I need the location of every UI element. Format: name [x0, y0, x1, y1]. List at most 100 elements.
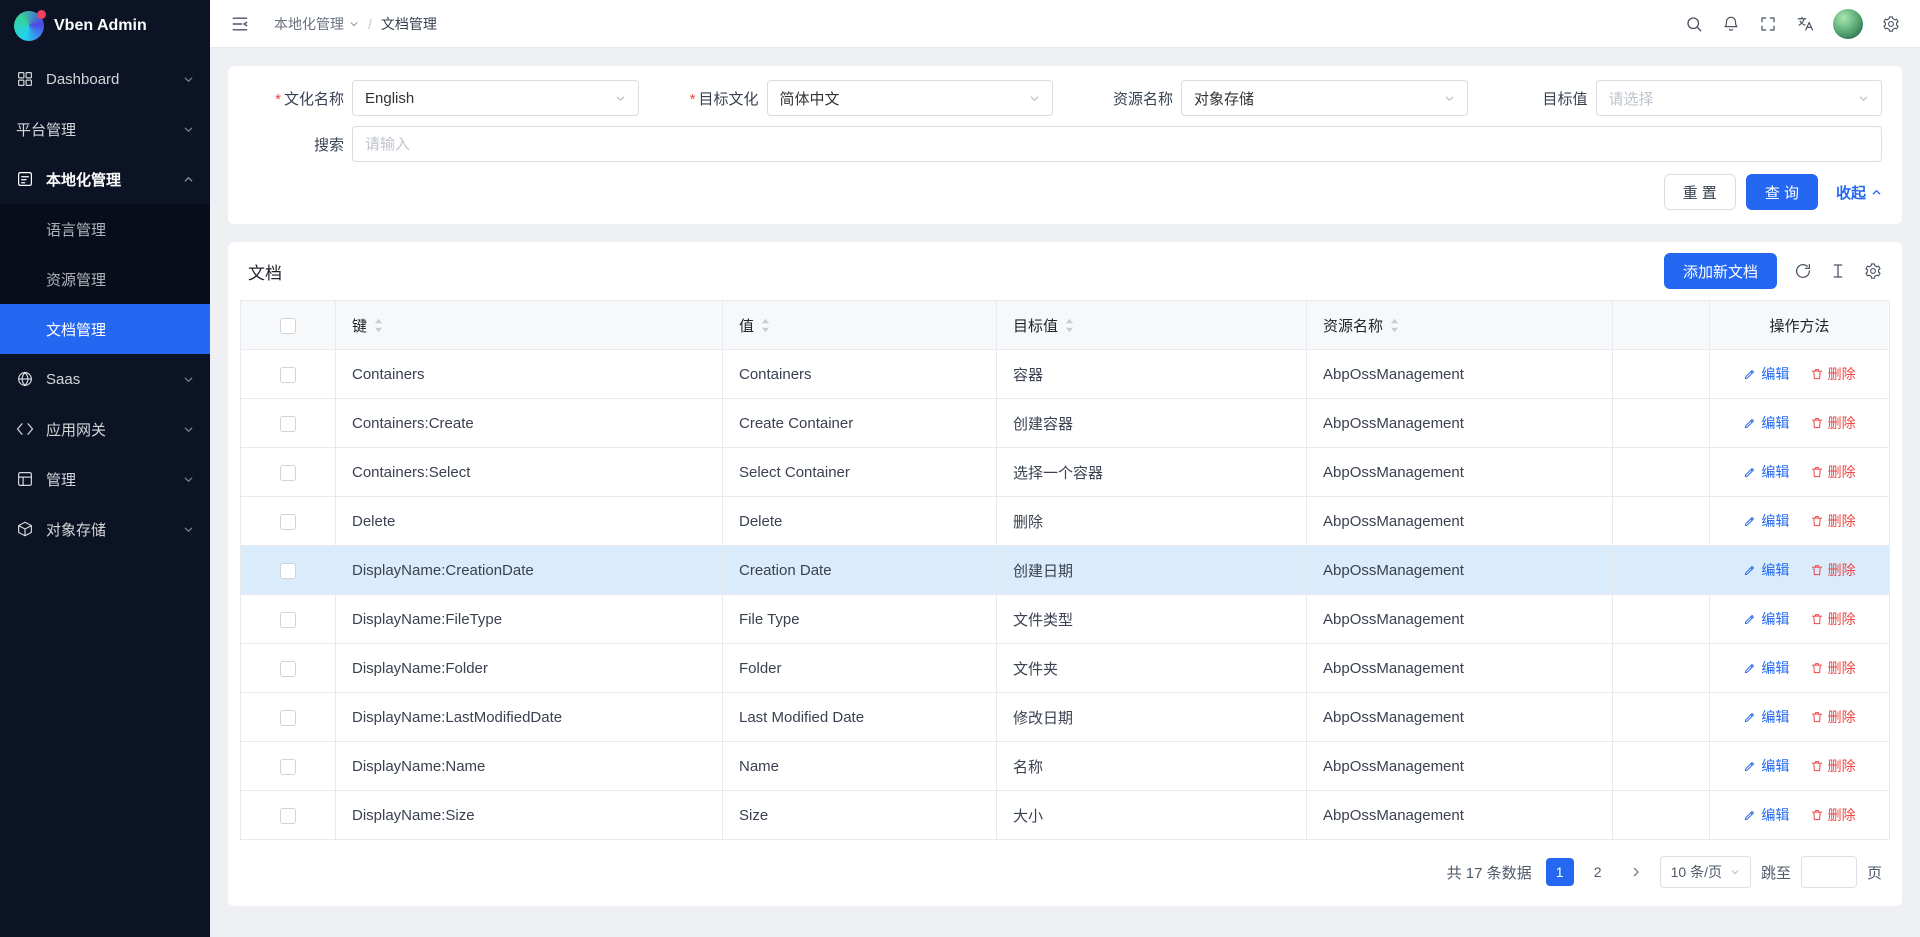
- edit-link[interactable]: 编辑: [1743, 756, 1789, 776]
- column-header-key[interactable]: 键: [336, 301, 723, 350]
- delete-link[interactable]: 删除: [1810, 413, 1856, 433]
- delete-link[interactable]: 删除: [1810, 462, 1856, 482]
- row-checkbox[interactable]: [280, 367, 296, 383]
- cell-resource-name: AbpOssManagement: [1307, 644, 1613, 693]
- delete-link[interactable]: 删除: [1810, 560, 1856, 580]
- reset-button[interactable]: 重 置: [1664, 174, 1736, 210]
- cell-actions: 编辑 删除: [1710, 644, 1890, 693]
- edit-link[interactable]: 编辑: [1743, 805, 1789, 825]
- refresh-icon: [1794, 262, 1812, 280]
- pagination-next-button[interactable]: [1622, 858, 1650, 886]
- column-header-target[interactable]: 目标值: [997, 301, 1307, 350]
- delete-link[interactable]: 删除: [1810, 805, 1856, 825]
- delete-label: 删除: [1828, 413, 1856, 433]
- column-header-value[interactable]: 值: [723, 301, 997, 350]
- sidebar-item-object-storage[interactable]: 对象存储: [0, 504, 210, 554]
- row-checkbox[interactable]: [280, 710, 296, 726]
- app-title: Vben Admin: [54, 17, 147, 35]
- edit-link[interactable]: 编辑: [1743, 364, 1789, 384]
- column-header-resource[interactable]: 资源名称: [1307, 301, 1613, 350]
- edit-label: 编辑: [1761, 805, 1789, 825]
- table-row: DisplayName:LastModifiedDate Last Modifi…: [241, 693, 1890, 742]
- edit-label: 编辑: [1761, 462, 1789, 482]
- sidebar-item-resource-management[interactable]: 资源管理: [0, 254, 210, 304]
- preferences-button[interactable]: [1882, 15, 1900, 33]
- fullscreen-button[interactable]: [1759, 15, 1777, 33]
- row-checkbox[interactable]: [280, 612, 296, 628]
- row-checkbox[interactable]: [280, 661, 296, 677]
- edit-link[interactable]: 编辑: [1743, 413, 1789, 433]
- row-checkbox[interactable]: [280, 808, 296, 824]
- page-size-select[interactable]: 10 条/页: [1660, 856, 1751, 888]
- refresh-button[interactable]: [1794, 262, 1812, 280]
- sidebar-item-dashboard[interactable]: Dashboard: [0, 54, 210, 104]
- sidebar-item-platform[interactable]: 平台管理: [0, 104, 210, 154]
- storage-icon: [16, 520, 34, 538]
- table-card-header: 文档 添加新文档: [228, 242, 1902, 300]
- sidebar-item-language-management[interactable]: 语言管理: [0, 204, 210, 254]
- sidebar-item-saas[interactable]: Saas: [0, 354, 210, 404]
- add-document-button[interactable]: 添加新文档: [1664, 253, 1777, 289]
- cell-actions: 编辑 删除: [1710, 546, 1890, 595]
- target-value-select[interactable]: 请选择: [1596, 80, 1883, 116]
- trash-icon: [1810, 759, 1824, 773]
- target-culture-select[interactable]: 简体中文: [767, 80, 1054, 116]
- trash-icon: [1810, 367, 1824, 381]
- pagination-total: 共 17 条数据: [1447, 862, 1532, 883]
- delete-link[interactable]: 删除: [1810, 364, 1856, 384]
- edit-link[interactable]: 编辑: [1743, 707, 1789, 727]
- collapse-filter-link[interactable]: 收起: [1836, 182, 1882, 203]
- edit-label: 编辑: [1761, 756, 1789, 776]
- management-icon: [16, 470, 34, 488]
- query-button[interactable]: 查 询: [1746, 174, 1818, 210]
- row-checkbox[interactable]: [280, 759, 296, 775]
- caret-down-icon: [1390, 326, 1399, 333]
- notifications-button[interactable]: [1722, 15, 1740, 33]
- edit-link[interactable]: 编辑: [1743, 560, 1789, 580]
- cell-target-value: 修改日期: [997, 693, 1307, 742]
- language-switch-button[interactable]: [1796, 15, 1814, 33]
- column-header-empty: [1613, 301, 1710, 350]
- pagination-page-2[interactable]: 2: [1584, 858, 1612, 886]
- row-checkbox[interactable]: [280, 514, 296, 530]
- global-search-button[interactable]: [1685, 15, 1703, 33]
- row-checkbox[interactable]: [280, 465, 296, 481]
- select-all-checkbox[interactable]: [280, 318, 296, 334]
- cell-resource-name: AbpOssManagement: [1307, 448, 1613, 497]
- pagination-page-1[interactable]: 1: [1546, 858, 1574, 886]
- edit-link[interactable]: 编辑: [1743, 658, 1789, 678]
- user-avatar[interactable]: [1833, 9, 1863, 39]
- edit-link[interactable]: 编辑: [1743, 511, 1789, 531]
- cell-resource-name: AbpOssManagement: [1307, 350, 1613, 399]
- filter-panel: *文化名称 English *目标文化 简体中文: [228, 66, 1902, 224]
- sidebar-collapse-button[interactable]: [230, 14, 250, 34]
- delete-link[interactable]: 删除: [1810, 511, 1856, 531]
- edit-link[interactable]: 编辑: [1743, 609, 1789, 629]
- caret-up-icon: [1065, 318, 1074, 325]
- documents-panel: 文档 添加新文档: [228, 242, 1902, 906]
- search-input[interactable]: [352, 126, 1882, 162]
- edit-link[interactable]: 编辑: [1743, 462, 1789, 482]
- app-logo[interactable]: Vben Admin: [0, 0, 210, 52]
- delete-link[interactable]: 删除: [1810, 756, 1856, 776]
- delete-link[interactable]: 删除: [1810, 609, 1856, 629]
- column-settings-button[interactable]: [1864, 262, 1882, 280]
- filter-field-target-value: 目标值 请选择: [1492, 80, 1883, 116]
- sidebar-item-localization[interactable]: 本地化管理: [0, 154, 210, 204]
- delete-link[interactable]: 删除: [1810, 658, 1856, 678]
- sort-icons: [374, 318, 383, 333]
- cell-value: Folder: [723, 644, 997, 693]
- table-row: DisplayName:CreationDate Creation Date 创…: [241, 546, 1890, 595]
- row-checkbox[interactable]: [280, 563, 296, 579]
- row-height-button[interactable]: [1829, 262, 1847, 280]
- sidebar-item-gateway[interactable]: 应用网关: [0, 404, 210, 454]
- culture-select[interactable]: English: [352, 80, 639, 116]
- breadcrumb-parent[interactable]: 本地化管理: [274, 14, 359, 34]
- row-checkbox[interactable]: [280, 416, 296, 432]
- sidebar-item-management[interactable]: 管理: [0, 454, 210, 504]
- sidebar-item-document-management[interactable]: 文档管理: [0, 304, 210, 354]
- resource-select[interactable]: 对象存储: [1181, 80, 1468, 116]
- delete-link[interactable]: 删除: [1810, 707, 1856, 727]
- trash-icon: [1810, 563, 1824, 577]
- jump-page-input[interactable]: [1801, 856, 1857, 888]
